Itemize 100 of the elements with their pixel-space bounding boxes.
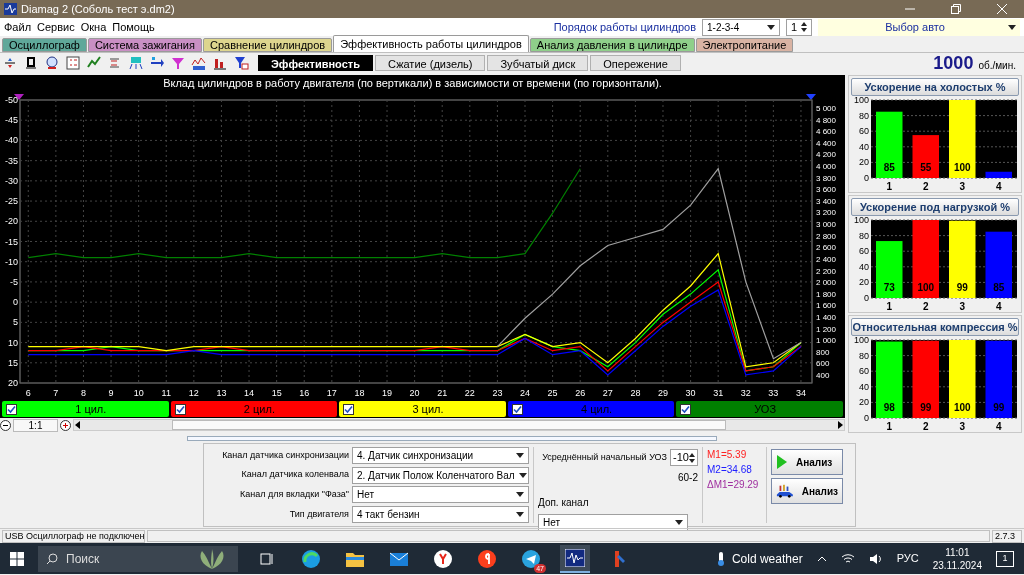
browser-icon bbox=[301, 548, 321, 569]
splitter-handle[interactable] bbox=[187, 435, 717, 441]
restore-icon[interactable] bbox=[950, 3, 962, 15]
panel-title-button[interactable]: Ускорение под нагрузкой % bbox=[851, 198, 1019, 216]
rpm-tick-label: 3 600 bbox=[816, 185, 837, 195]
legend-item[interactable]: 2 цил. bbox=[170, 401, 338, 417]
x-tick-label: 23 bbox=[492, 388, 503, 398]
y-tick-label: -35 bbox=[5, 155, 18, 166]
weather-text[interactable]: Cold weather bbox=[731, 549, 803, 568]
x-tick-label: 3 bbox=[959, 181, 966, 192]
task-view-icon bbox=[259, 550, 275, 567]
y-tick-label: -25 bbox=[5, 196, 18, 207]
setting-select[interactable]: 4 такт бензин bbox=[352, 505, 529, 523]
car-select[interactable]: Выбор авто bbox=[818, 18, 1020, 36]
right-marker-icon[interactable] bbox=[806, 94, 816, 100]
legend-item[interactable]: 1 цил. bbox=[2, 401, 169, 417]
x-tick-label: 25 bbox=[547, 388, 558, 398]
rpm-value: 1000 bbox=[933, 51, 974, 75]
tab[interactable]: Анализ давления в цилиндре bbox=[529, 38, 695, 52]
play-icon bbox=[776, 454, 788, 470]
zoom-in-icon[interactable] bbox=[60, 419, 71, 431]
bar-value-label: 100 bbox=[917, 282, 935, 293]
x-tick-label: 26 bbox=[575, 388, 586, 398]
rpm-tick-label: 600 bbox=[816, 359, 830, 369]
wave-chart-icon[interactable] bbox=[191, 55, 207, 71]
scroll-left-icon[interactable] bbox=[74, 421, 82, 429]
tab[interactable]: Электропитание bbox=[695, 38, 794, 52]
rpm-tick-label: 800 bbox=[816, 347, 830, 357]
setting-select[interactable]: 2. Датчик Полож Коленчатого Вал bbox=[352, 466, 529, 484]
tab[interactable]: Система зажигания bbox=[87, 38, 202, 52]
subtab[interactable]: Эффективность bbox=[258, 55, 373, 71]
x-tick-label: 19 bbox=[382, 388, 393, 398]
marker-reading: M1=5.39 bbox=[707, 448, 748, 462]
cylinder-order-select[interactable]: 1-2-3-4 bbox=[702, 18, 780, 36]
filter-icon[interactable] bbox=[170, 55, 186, 71]
tab[interactable]: Эффективность работы цилиндров bbox=[333, 35, 529, 52]
bar-value-label: 98 bbox=[883, 402, 895, 413]
notification-button[interactable]: 1 bbox=[996, 550, 1014, 567]
gauge-icon[interactable] bbox=[44, 55, 60, 71]
scroll-thumb[interactable] bbox=[172, 420, 726, 430]
spin-field[interactable]: 1 bbox=[786, 18, 812, 36]
y-tick-label: -45 bbox=[5, 115, 18, 126]
x-tick-label: 32 bbox=[740, 388, 751, 398]
bar-value-label: 99 bbox=[920, 402, 932, 413]
menu-item[interactable]: Помощь bbox=[112, 18, 155, 36]
subtab[interactable]: Зубчатый диск bbox=[487, 55, 589, 71]
setting-select[interactable]: 4. Датчик синхронизации bbox=[352, 447, 529, 464]
legend-item[interactable]: 3 цил. bbox=[339, 401, 506, 417]
panel-title-button[interactable]: Относительная компрессия % bbox=[851, 318, 1019, 336]
search-field[interactable]: Поиск bbox=[38, 545, 238, 572]
wifi-icon[interactable] bbox=[840, 552, 855, 565]
version-label: 2.7.3 bbox=[992, 529, 1022, 543]
chevron-up-icon[interactable] bbox=[816, 554, 827, 563]
table-icon[interactable] bbox=[65, 55, 81, 71]
funnel-icon[interactable] bbox=[233, 55, 249, 71]
language-indicator[interactable]: РУС bbox=[896, 550, 919, 567]
taskbar-app[interactable] bbox=[560, 544, 590, 573]
menu-item[interactable]: Окна bbox=[80, 18, 107, 36]
y-tick-label: 20 bbox=[859, 157, 869, 168]
legend-checkbox[interactable] bbox=[511, 403, 523, 415]
status-text: USB Осциллограф не подключен bbox=[2, 529, 145, 543]
rpm-tick-label: 4 200 bbox=[816, 150, 837, 160]
rpm-tick-label: 3 800 bbox=[816, 173, 837, 183]
speaker-icon[interactable] bbox=[868, 552, 883, 565]
y-tick-label: -15 bbox=[5, 236, 18, 247]
legend-checkbox[interactable] bbox=[343, 403, 355, 415]
tab[interactable]: Осциллограф bbox=[2, 38, 87, 52]
panel-title-button[interactable]: Ускорение на холостых % bbox=[851, 78, 1019, 96]
analyze-button[interactable]: Анализ bbox=[771, 449, 843, 475]
caret-icon bbox=[516, 492, 524, 498]
uoz-spin-field[interactable]: -10 bbox=[670, 449, 698, 466]
setting-select[interactable]: Нет bbox=[352, 486, 529, 504]
y-tick-label: 0 bbox=[864, 413, 869, 423]
scroll-right-icon[interactable] bbox=[836, 421, 844, 429]
subtab[interactable]: Опережение bbox=[590, 55, 681, 71]
y-tick-label: 60 bbox=[859, 246, 869, 257]
y-tick-label: 80 bbox=[859, 230, 869, 241]
legend-item[interactable]: УОЗ bbox=[676, 401, 843, 417]
analyze-button[interactable]: Анализ bbox=[771, 478, 843, 504]
y-tick-label: 100 bbox=[853, 336, 869, 345]
menu-item[interactable]: Файл bbox=[4, 18, 32, 36]
legend-checkbox[interactable] bbox=[680, 403, 692, 415]
close-icon[interactable] bbox=[996, 3, 1008, 15]
zoom-out-icon[interactable] bbox=[0, 419, 11, 431]
rpm-tick-label: 4 600 bbox=[816, 127, 837, 137]
legend-checkbox[interactable] bbox=[6, 403, 17, 415]
horizontal-scrollbar[interactable] bbox=[73, 419, 845, 431]
caret-icon bbox=[675, 520, 683, 525]
x-tick-label: 17 bbox=[326, 388, 337, 398]
rpm-tick-label: 400 bbox=[816, 371, 830, 380]
rpm-tick-label: 1 200 bbox=[816, 324, 837, 334]
bar-value-label: 99 bbox=[956, 282, 968, 293]
windows-icon[interactable] bbox=[10, 551, 24, 566]
tab[interactable]: Сравнение цилиндров bbox=[203, 38, 333, 52]
rpm-tick-label: 2 000 bbox=[816, 278, 837, 288]
legend-checkbox[interactable] bbox=[174, 403, 186, 415]
clock[interactable]: 11:01 23.11.2024 bbox=[932, 545, 982, 572]
menu-item[interactable]: Сервис bbox=[37, 18, 75, 36]
rpm-tick-label: 3 000 bbox=[816, 220, 837, 230]
subtab[interactable]: Сжатие (дизель) bbox=[374, 55, 486, 71]
